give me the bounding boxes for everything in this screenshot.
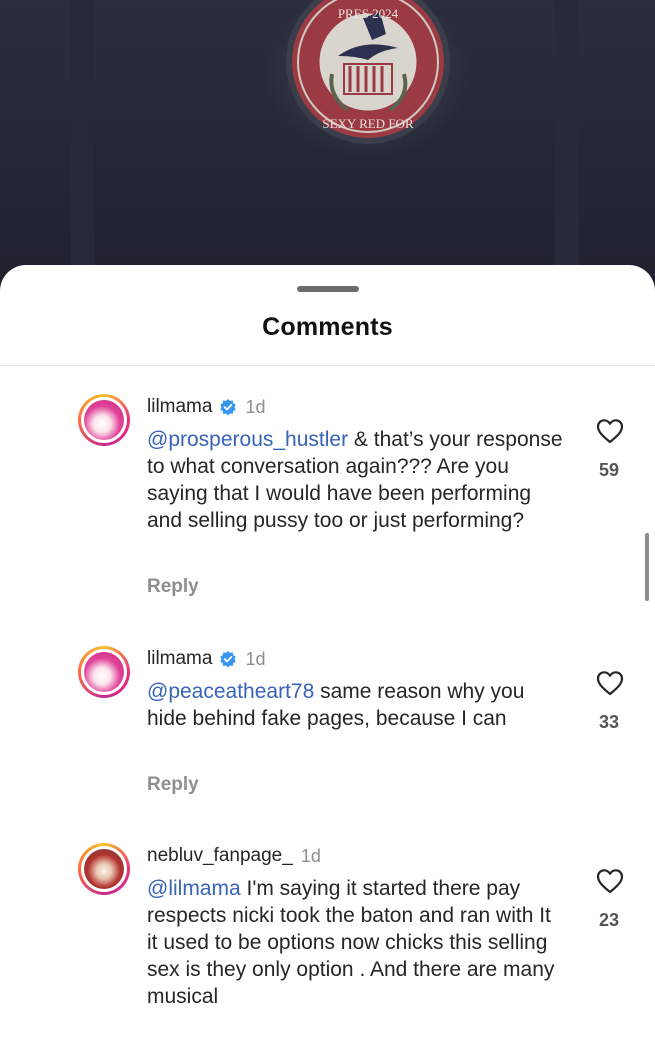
avatar[interactable] bbox=[78, 646, 130, 698]
comment-text: @lilmama I'm saying it started there pay… bbox=[147, 875, 567, 1010]
comment-meta: lilmama 1d bbox=[147, 648, 265, 670]
sheet-title: Comments bbox=[262, 313, 393, 341]
sheet-drag-handle[interactable] bbox=[297, 286, 359, 292]
heart-outline-icon bbox=[596, 869, 624, 894]
comment-meta: nebluv_fanpage_ 1d bbox=[147, 845, 321, 867]
reply-button[interactable]: Reply bbox=[147, 774, 199, 796]
comment-time: 1d bbox=[245, 396, 266, 417]
verified-badge-icon bbox=[220, 650, 237, 668]
seal-top-text: PRES 2024 bbox=[338, 6, 399, 21]
verified-badge-icon bbox=[220, 398, 237, 416]
like-button[interactable] bbox=[594, 418, 626, 444]
backdrop-pillar-left bbox=[70, 0, 94, 300]
scrollbar[interactable] bbox=[645, 533, 649, 601]
avatar[interactable] bbox=[78, 843, 130, 895]
comment-mention[interactable]: @prosperous_hustler bbox=[147, 428, 348, 451]
like-count: 59 bbox=[598, 460, 620, 480]
like-count: 23 bbox=[598, 910, 620, 930]
comment-username[interactable]: nebluv_fanpage_ bbox=[147, 845, 293, 867]
profile-photo bbox=[84, 849, 124, 889]
campaign-seal-logo: PRES 2024 SEXY RED FOR bbox=[286, 0, 450, 144]
heart-outline-icon bbox=[596, 419, 624, 444]
header-divider bbox=[0, 365, 655, 366]
like-button[interactable] bbox=[594, 670, 626, 696]
comment-time: 1d bbox=[245, 648, 266, 669]
reply-button[interactable]: Reply bbox=[147, 576, 199, 598]
comment-time: 1d bbox=[300, 845, 321, 866]
comment-text: @prosperous_hustler & that’s your respon… bbox=[147, 426, 567, 534]
profile-photo bbox=[84, 400, 124, 440]
comment-text: @peaceatheart78 same reason why you hide… bbox=[147, 678, 567, 732]
comment-mention[interactable]: @lilmama bbox=[147, 877, 241, 900]
avatar[interactable] bbox=[78, 394, 130, 446]
video-backdrop: PRES 2024 SEXY RED FOR bbox=[0, 0, 655, 300]
comment-mention[interactable]: @peaceatheart78 bbox=[147, 680, 314, 703]
comment-username[interactable]: lilmama bbox=[147, 396, 212, 418]
heart-outline-icon bbox=[596, 671, 624, 696]
seal-bottom-text: SEXY RED FOR bbox=[322, 116, 414, 131]
like-button[interactable] bbox=[594, 868, 626, 894]
like-count: 33 bbox=[598, 712, 620, 732]
profile-photo bbox=[84, 652, 124, 692]
comment-username[interactable]: lilmama bbox=[147, 648, 212, 670]
comment-meta: lilmama 1d bbox=[147, 396, 265, 418]
backdrop-pillar-right bbox=[555, 0, 579, 300]
